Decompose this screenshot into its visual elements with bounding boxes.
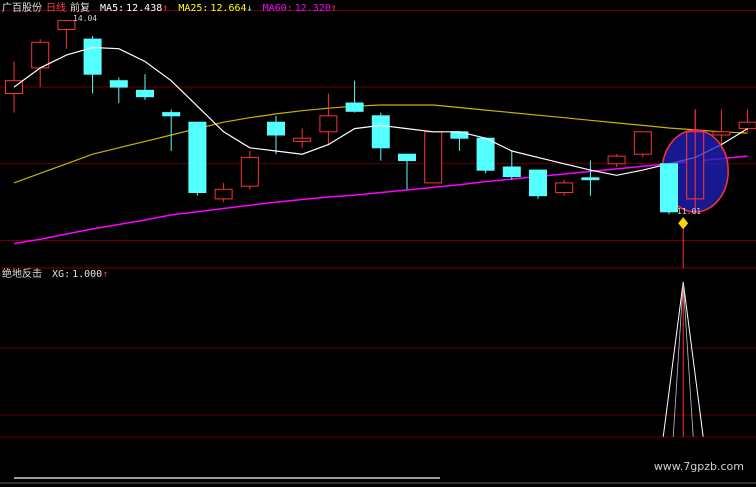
ma5-value: 12.438 <box>126 3 163 14</box>
xg-arrow: ↑ <box>102 269 109 280</box>
candle-down <box>109 80 128 88</box>
candle-down <box>581 177 600 181</box>
candle-down <box>267 121 285 136</box>
ma60-arrow: ↑ <box>330 3 337 14</box>
candle-up <box>31 41 50 69</box>
candle-down <box>529 169 547 197</box>
candle-down <box>136 89 154 98</box>
indicator-header: 绝地反击 XG: 1.000↑ <box>2 269 112 281</box>
candle-up <box>607 155 626 165</box>
candle-up <box>214 188 233 200</box>
watermark: www.7gpzb.com <box>653 460 744 473</box>
ma25-arrow: ↓ <box>246 3 253 14</box>
main-chart-header: 广百股份 日线 前复 MA5: 12.438↑ MA25: 12.664↓ MA60: 1… <box>2 3 341 15</box>
candle-up <box>633 131 652 155</box>
candle-down <box>83 38 102 75</box>
peak-price-label: 14.04 <box>73 14 97 23</box>
ma60-label: MA60: <box>262 3 293 14</box>
candle-down <box>660 163 678 213</box>
candle-up <box>240 156 259 187</box>
candle-down <box>476 137 495 171</box>
xg-label: XG: <box>52 269 71 280</box>
ma5-label: MA5: <box>100 3 125 14</box>
chart-background <box>0 0 756 487</box>
period-label[interactable]: 日线 <box>46 3 66 14</box>
candle-up <box>555 182 574 193</box>
candle-down <box>502 166 521 178</box>
adjust-label[interactable]: 前复 <box>70 3 90 14</box>
candle-up <box>293 137 312 142</box>
ma60-value: 12.320 <box>294 3 331 14</box>
candle-up <box>712 131 731 136</box>
low-price-label: 11.01 <box>677 207 701 216</box>
candle-down <box>371 115 390 149</box>
stock-name: 广百股份 <box>2 3 42 14</box>
candle-down <box>345 102 364 112</box>
candle-up <box>424 131 443 184</box>
ma25-value: 12.664 <box>210 3 247 14</box>
candle-down <box>162 112 181 117</box>
kline-chart[interactable]: 14.04 11.01 <box>0 0 756 487</box>
candle-down <box>398 153 416 162</box>
candle-up <box>319 115 338 133</box>
xg-value: 1.000 <box>72 269 103 280</box>
candle-down <box>188 121 207 193</box>
indicator-name[interactable]: 绝地反击 <box>2 269 42 280</box>
ma5-arrow: ↑ <box>162 3 169 14</box>
ma25-label: MA25: <box>178 3 209 14</box>
candle-up <box>738 121 756 130</box>
